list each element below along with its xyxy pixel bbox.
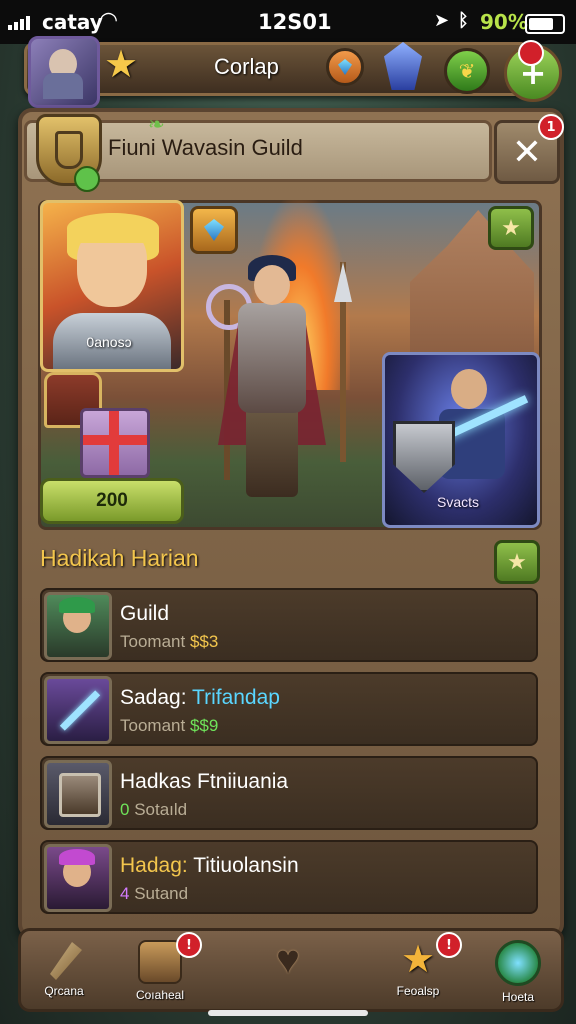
mage-avatar-icon xyxy=(44,844,112,912)
nav-label: Hoeta xyxy=(501,990,535,1004)
close-badge: 1 xyxy=(538,114,564,140)
clock: 12S01 xyxy=(258,10,332,34)
main-hero[interactable] xyxy=(210,255,330,505)
list-item[interactable]: Guild Toomant $$3 xyxy=(40,588,538,662)
carrier-label: catay xyxy=(42,10,103,34)
guild-gem-icon xyxy=(74,166,100,192)
home-indicator xyxy=(208,1010,368,1016)
row-sub-value: 4 xyxy=(120,884,130,903)
nav-item-hoeta[interactable]: Hoeta xyxy=(478,930,558,1004)
row-title-value: Titiuolansin xyxy=(193,854,299,877)
row-title: Hadkas Ftniiuania xyxy=(120,770,289,793)
nav-badge: ! xyxy=(176,932,202,958)
gem-icon xyxy=(204,219,224,241)
row-title-prefix: Hadag: xyxy=(120,854,188,877)
hero-card-left-label: 0anosɔ xyxy=(86,334,132,350)
hero-card-right-label: Svacts xyxy=(436,494,479,510)
top-bar-title: Corlap xyxy=(214,54,279,79)
nav-badge: ! xyxy=(436,932,462,958)
favorite-button[interactable]: ★ xyxy=(488,206,534,250)
section-title: Hadikah Harian xyxy=(40,545,199,571)
leaf-decoration-icon: ❧ xyxy=(148,112,165,136)
leaf-icon[interactable]: ❦ xyxy=(444,48,490,94)
guild-name: Fiuni Wavasin Guild xyxy=(108,135,303,160)
wifi-icon: ◠ xyxy=(100,8,117,33)
list-item[interactable]: Sadag: Trifandap Toomant $$9 xyxy=(40,672,538,746)
row-sub-label: Toomant xyxy=(120,716,186,735)
nav-label: Feoalsp xyxy=(396,984,440,998)
row-title-prefix: Sadag: xyxy=(120,686,187,709)
row-sub-label: Sutand xyxy=(134,884,189,903)
heart-icon: ♥ xyxy=(276,938,300,982)
gem-button[interactable] xyxy=(190,206,238,254)
gem-orange-icon[interactable] xyxy=(326,48,364,86)
reward-count: 200 xyxy=(96,490,128,511)
guild-avatar-icon xyxy=(44,592,112,660)
nav-item-heart[interactable]: ♥ xyxy=(248,930,328,1004)
nav-label: Qrcana xyxy=(44,984,84,998)
gift-box-icon[interactable] xyxy=(80,408,150,478)
signal-icon xyxy=(8,14,38,30)
list-item[interactable]: Hadag: Titiuolansin 4 Sutand xyxy=(40,840,538,914)
sword-icon xyxy=(50,942,82,980)
close-icon: ✕ xyxy=(511,131,543,173)
nav-item-qrcana[interactable]: Qrcana xyxy=(24,930,104,1004)
reward-count-button[interactable]: 200 xyxy=(40,478,184,524)
player-avatar[interactable] xyxy=(28,36,100,108)
star-icon: ★ xyxy=(400,939,436,981)
notification-dot xyxy=(518,40,544,66)
crystal-icon xyxy=(495,940,541,986)
nav-label: Coıaheal xyxy=(135,988,185,1002)
row-sub-label: Toomant xyxy=(120,632,186,651)
row-sub-value: $$9 xyxy=(189,716,219,735)
row-sub-value: 0 xyxy=(120,800,130,819)
star-icon: ★ xyxy=(507,549,527,575)
rune-cube-icon xyxy=(44,760,112,828)
row-title: Guild xyxy=(120,602,170,625)
location-icon: ➤ xyxy=(434,10,450,31)
row-title-value: Trifandap xyxy=(192,686,280,709)
magic-sword-icon xyxy=(44,676,112,744)
star-rank-icon: ★ xyxy=(104,42,139,86)
section-star-button[interactable]: ★ xyxy=(494,540,540,584)
battery-icon xyxy=(525,14,565,34)
list-item[interactable]: Hadkas Ftniiuania 0 Sotaıld xyxy=(40,756,538,830)
bluetooth-icon: ᛒ xyxy=(458,10,469,31)
star-icon: ★ xyxy=(501,215,521,241)
row-sub-value: $$3 xyxy=(189,632,219,651)
battery-percent: 90% xyxy=(480,10,528,34)
row-sub-label: Sotaıld xyxy=(134,800,188,819)
